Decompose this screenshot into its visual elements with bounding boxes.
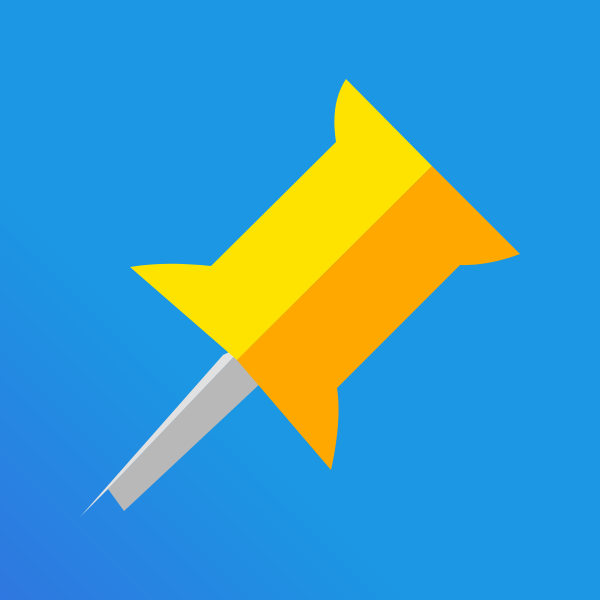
app-icon-canvas (0, 0, 600, 600)
pushpin-icon (0, 0, 600, 600)
